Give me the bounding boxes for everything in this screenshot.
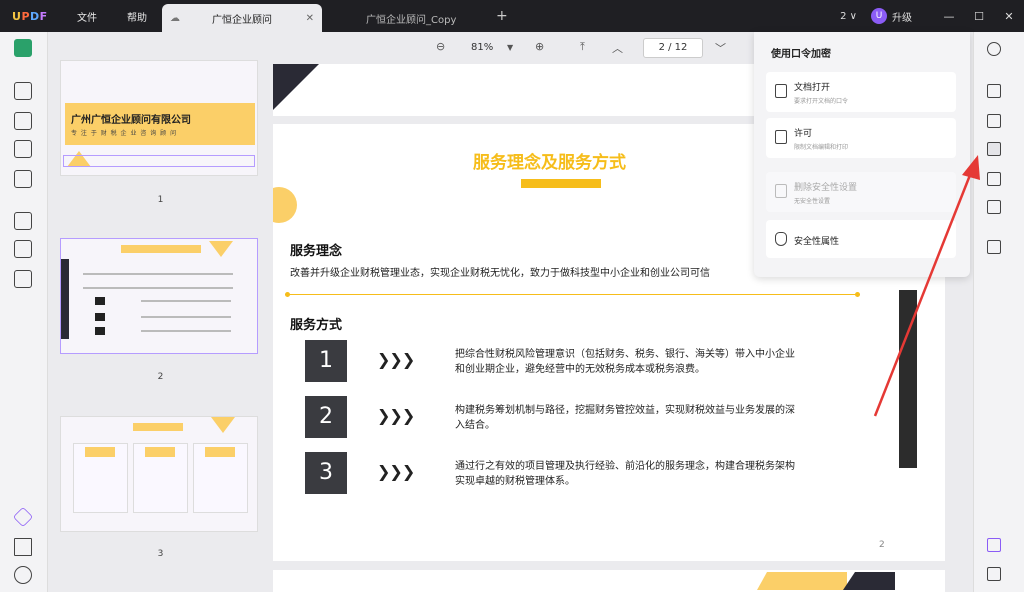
zoom-out-icon[interactable]: ⊖	[436, 40, 445, 53]
bookmark-icon[interactable]	[14, 538, 32, 556]
security-dropdown: 使用口令加密 文档打开 要求打开文档的口令 许可 限制文档编辑和打印 删除安全性…	[754, 32, 970, 277]
title-bar: UPDF 文件 帮助 ☁ 广恒企业顾问 ✕ 广恒企业顾问_Copy + 2 ∨ …	[0, 0, 1024, 32]
protect-icon[interactable]	[987, 142, 1001, 156]
first-page-icon[interactable]: ⤒	[580, 40, 585, 54]
prev-page-icon[interactable]: ︿	[612, 40, 623, 56]
shield-icon	[775, 232, 787, 246]
pages-icon[interactable]	[14, 270, 32, 288]
thumb-subtitle: 专 注 于 财 税 企 业 咨 询 顾 问	[71, 130, 178, 137]
thumb-number-3: 3	[157, 549, 164, 559]
option-permissions[interactable]: 许可 限制文档编辑和打印	[766, 118, 956, 158]
app-logo: UPDF	[12, 9, 48, 23]
avatar: U	[871, 8, 887, 24]
mail-icon[interactable]	[987, 200, 1001, 214]
decorative-circle	[273, 187, 297, 223]
tab-label: 广恒企业顾问	[212, 14, 272, 26]
right-sidebar	[973, 32, 1024, 592]
chat-icon[interactable]	[987, 567, 1001, 581]
item-number-1: 1	[305, 340, 347, 382]
save-icon[interactable]	[987, 240, 1001, 254]
section-title-method: 服务方式	[290, 318, 343, 333]
thumbnail-page-2[interactable]	[60, 238, 258, 354]
item-text-2: 构建税务筹划机制与路径，挖掘财务管控效益，实现财税效益与业务发展的深入结合。	[455, 405, 795, 431]
thumbnail-page-1[interactable]: 广州广恒企业顾问有限公司 专 注 于 财 税 企 业 咨 询 顾 问	[60, 60, 258, 176]
layers-icon[interactable]	[12, 506, 34, 528]
item-text-3: 通过行之有效的项目管理及执行经验、前沿化的服务理念，构建合理税务架构实现卓越的财…	[455, 461, 795, 487]
thumb-title: 广州广恒企业顾问有限公司	[71, 115, 191, 126]
item-number-2: 2	[305, 396, 347, 438]
upgrade-button[interactable]: U 升级	[871, 8, 912, 24]
option-security-properties[interactable]: 安全性属性	[766, 220, 956, 258]
cloud-icon: ☁	[170, 12, 180, 24]
tab-label: 广恒企业顾问_Copy	[366, 14, 457, 26]
form-icon[interactable]	[14, 140, 32, 158]
document-lock-icon	[775, 84, 787, 98]
divider	[285, 292, 860, 297]
ai-assistant-icon[interactable]	[987, 538, 1001, 552]
zoom-level[interactable]: 81%	[471, 42, 493, 53]
convert-pdf-icon[interactable]	[987, 114, 1001, 128]
arrow-icon: ❯❯❯	[377, 350, 415, 369]
security-title: 使用口令加密	[771, 49, 831, 60]
arrow-icon: ❯❯❯	[377, 462, 415, 481]
comment-icon[interactable]	[14, 82, 32, 100]
close-window-icon[interactable]: ✕	[994, 10, 1024, 23]
left-sidebar	[0, 32, 48, 592]
tab-document[interactable]: ☁ 广恒企业顾问 ✕	[162, 4, 322, 32]
thumbnail-page-3[interactable]	[60, 416, 258, 532]
page-number: 2	[879, 540, 885, 550]
organize-icon[interactable]	[14, 212, 32, 230]
tab-document-copy[interactable]: 广恒企业顾问_Copy	[330, 4, 490, 32]
thumbnail-panel: 广州广恒企业顾问有限公司 专 注 于 财 税 企 业 咨 询 顾 问 1 2 3	[48, 32, 273, 592]
option-open-password[interactable]: 文档打开 要求打开文档的口令	[766, 72, 956, 112]
crop-icon[interactable]	[14, 240, 32, 258]
thumb-number-2: 2	[157, 372, 164, 382]
close-icon[interactable]: ✕	[306, 13, 314, 24]
maximize-icon[interactable]: ☐	[964, 10, 994, 23]
item-text-1: 把综合性财税风险管理意识（包括财务、税务、银行、海关等）带入中小企业和创业期企业…	[455, 349, 795, 375]
document-edit-icon	[775, 130, 787, 144]
new-tab-icon[interactable]: +	[496, 8, 508, 24]
ocr-icon[interactable]	[987, 84, 1001, 98]
section-text-philosophy: 改善并升级企业财税管理业态，实现企业财税无忧化，致力于做科技型中小企业和创业公司…	[290, 268, 710, 279]
convert-icon[interactable]	[14, 170, 32, 188]
thumb-number-1: 1	[157, 195, 164, 205]
share-icon[interactable]	[987, 172, 1001, 186]
section-title-philosophy: 服务理念	[290, 244, 343, 259]
reader-icon[interactable]	[14, 39, 32, 57]
search-icon[interactable]	[987, 42, 1001, 56]
page-input[interactable]: 2 / 12	[643, 38, 703, 58]
document-unlock-icon	[775, 184, 787, 198]
minimize-icon[interactable]: —	[934, 10, 964, 23]
menu-help[interactable]: 帮助	[112, 9, 162, 24]
next-page-icon[interactable]: ﹀	[715, 40, 726, 56]
next-page	[273, 570, 945, 592]
edit-icon[interactable]	[14, 112, 32, 130]
arrow-icon: ❯❯❯	[377, 406, 415, 425]
menu-file[interactable]: 文件	[62, 9, 112, 24]
attachment-icon[interactable]	[14, 566, 32, 584]
option-remove-security: 删除安全性设置 无安全性设置	[766, 172, 956, 212]
zoom-in-icon[interactable]: ⊕	[535, 40, 544, 53]
page-heading: 服务理念及服务方式	[473, 153, 626, 173]
zoom-dropdown-icon[interactable]: ▼	[507, 43, 513, 52]
item-number-3: 3	[305, 452, 347, 494]
window-count[interactable]: 2 ∨	[840, 11, 857, 22]
